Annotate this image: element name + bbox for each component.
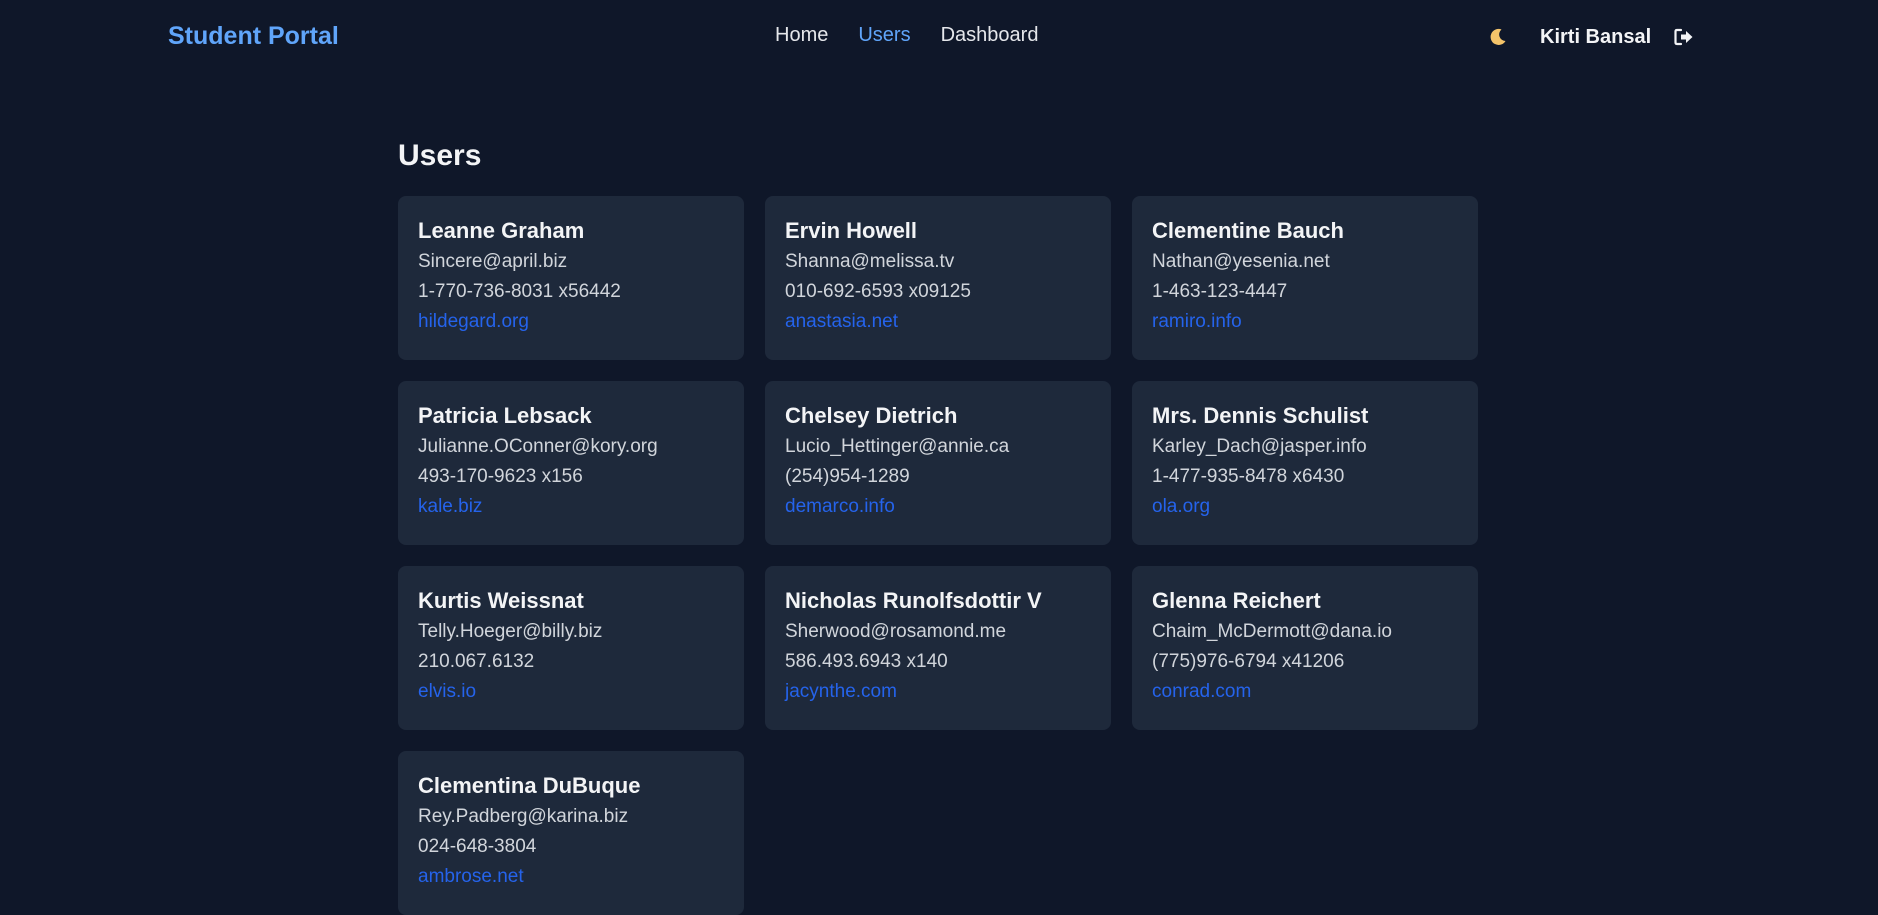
brand-logo[interactable]: Student Portal (168, 22, 339, 51)
user-card-email: Nathan@yesenia.net (1152, 251, 1330, 272)
nav-link-home[interactable]: Home (775, 24, 828, 47)
user-card-email: Lucio_Hettinger@annie.ca (785, 436, 1010, 457)
user-card: Kurtis Weissnat Telly.Hoeger@billy.biz 2… (398, 566, 744, 730)
user-card: Leanne Graham Sincere@april.biz 1-770-73… (398, 196, 744, 360)
user-card-phone: 210.067.6132 (418, 651, 535, 672)
user-card-website-link[interactable]: ambrose.net (418, 865, 724, 889)
user-card: Clementina DuBuque Rey.Padberg@karina.bi… (398, 751, 744, 915)
user-card: Chelsey Dietrich Lucio_Hettinger@annie.c… (765, 381, 1111, 545)
user-card-name: Leanne Graham (418, 218, 585, 243)
user-card: Nicholas Runolfsdottir V Sherwood@rosamo… (765, 566, 1111, 730)
user-card-name: Mrs. Dennis Schulist (1152, 403, 1369, 428)
user-card-website-link[interactable]: demarco.info (785, 495, 1091, 519)
user-name: Kirti Bansal (1540, 25, 1652, 48)
user-card-name: Patricia Lebsack (418, 403, 592, 428)
user-card-website-link[interactable]: kale.biz (418, 495, 724, 519)
user-card: Ervin Howell Shanna@melissa.tv 010-692-6… (765, 196, 1111, 360)
user-card-website-link[interactable]: ramiro.info (1152, 310, 1458, 334)
user-card-website-link[interactable]: elvis.io (418, 680, 724, 704)
user-card-phone: 586.493.6943 x140 (785, 651, 948, 672)
user-card-phone: 010-692-6593 x09125 (785, 281, 971, 302)
user-card: Glenna Reichert Chaim_McDermott@dana.io … (1132, 566, 1478, 730)
user-card-name: Kurtis Weissnat (418, 588, 584, 613)
user-card: Clementine Bauch Nathan@yesenia.net 1-46… (1132, 196, 1478, 360)
user-card-email: Telly.Hoeger@billy.biz (418, 621, 603, 642)
user-card-website-link[interactable]: jacynthe.com (785, 680, 1091, 704)
nav-link-dashboard[interactable]: Dashboard (941, 24, 1039, 47)
user-card-email: Julianne.OConner@kory.org (418, 436, 658, 457)
user-card-name: Clementine Bauch (1152, 218, 1344, 243)
page-title: Users (398, 139, 482, 172)
user-card-email: Karley_Dach@jasper.info (1152, 436, 1367, 457)
user-card-name: Nicholas Runolfsdottir V (785, 588, 1042, 613)
moon-icon[interactable] (1486, 25, 1510, 49)
user-card-email: Sincere@april.biz (418, 251, 568, 272)
user-card-phone: (775)976-6794 x41206 (1152, 651, 1345, 672)
user-card-name: Clementina DuBuque (418, 773, 641, 798)
user-card-phone: 493-170-9623 x156 (418, 466, 583, 487)
user-card-phone: 1-477-935-8478 x6430 (1152, 466, 1345, 487)
top-navbar: Student Portal Home Users Dashboard Kirt… (0, 0, 1878, 72)
user-area: Kirti Bansal (1486, 22, 1695, 52)
user-card-name: Glenna Reichert (1152, 588, 1321, 613)
user-card-name: Ervin Howell (785, 218, 918, 243)
user-card-website-link[interactable]: conrad.com (1152, 680, 1458, 704)
user-card-email: Chaim_McDermott@dana.io (1152, 621, 1392, 642)
user-card-website-link[interactable]: hildegard.org (418, 310, 724, 334)
logout-icon[interactable] (1673, 26, 1695, 48)
user-card: Patricia Lebsack Julianne.OConner@kory.o… (398, 381, 744, 545)
user-card-name: Chelsey Dietrich (785, 403, 958, 428)
user-card: Mrs. Dennis Schulist Karley_Dach@jasper.… (1132, 381, 1478, 545)
user-card-email: Rey.Padberg@karina.biz (418, 806, 629, 827)
main-nav: Home Users Dashboard (775, 24, 1038, 47)
user-card-phone: 1-463-123-4447 (1152, 281, 1288, 302)
user-card-phone: (254)954-1289 (785, 466, 910, 487)
user-card-phone: 1-770-736-8031 x56442 (418, 281, 621, 302)
user-card-email: Shanna@melissa.tv (785, 251, 955, 272)
user-card-website-link[interactable]: anastasia.net (785, 310, 1091, 334)
user-card-website-link[interactable]: ola.org (1152, 495, 1458, 519)
user-card-grid: Leanne Graham Sincere@april.biz 1-770-73… (398, 196, 1478, 915)
users-page: Users Leanne Graham Sincere@april.biz 1-… (398, 136, 1478, 915)
user-card-email: Sherwood@rosamond.me (785, 621, 1007, 642)
nav-link-users[interactable]: Users (858, 24, 910, 47)
user-card-phone: 024-648-3804 (418, 836, 537, 857)
